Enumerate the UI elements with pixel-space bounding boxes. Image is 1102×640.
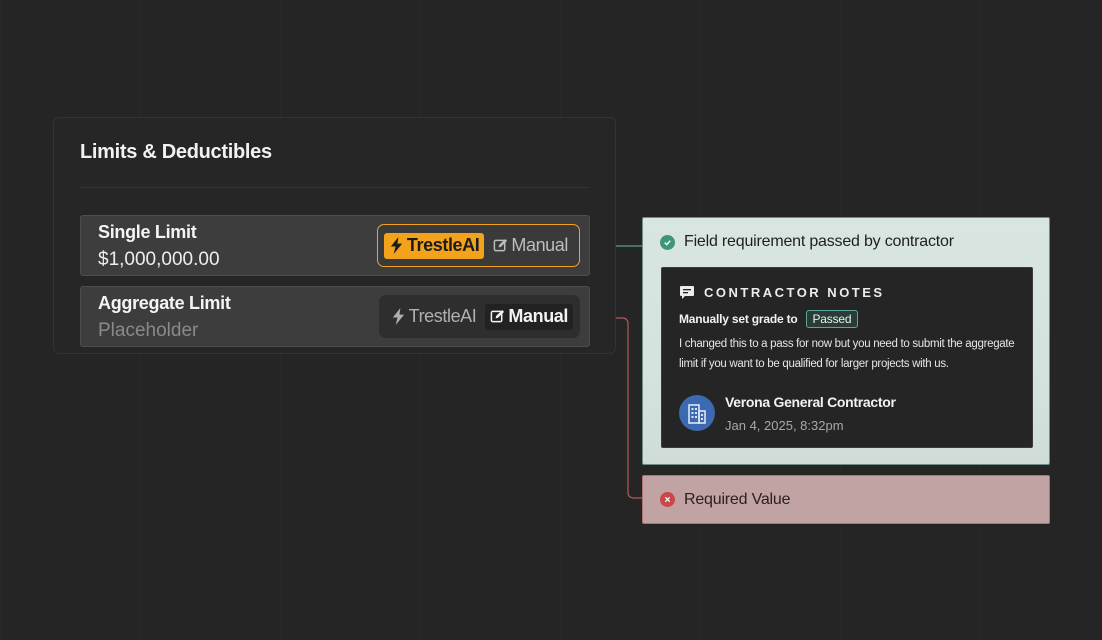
check-circle-icon xyxy=(660,234,675,250)
author-date: Jan 4, 2025, 8:32pm xyxy=(725,418,844,433)
option-label: Manual xyxy=(508,306,568,326)
building-icon xyxy=(688,404,706,424)
author-info: Verona General Contractor Jan 4, 2025, 8… xyxy=(725,392,896,433)
x-circle-icon xyxy=(660,492,675,507)
notes-title: CONTRACTOR NOTES xyxy=(679,285,885,300)
single-limit-row[interactable]: Single Limit $1,000,000.00 TrestleAI Man… xyxy=(80,215,590,276)
note-text: I changed this to a pass for now but you… xyxy=(679,338,1015,370)
edit-icon xyxy=(494,238,508,252)
grade-line: Manually set grade to Passed xyxy=(679,310,859,328)
aggregate-limit-input[interactable]: Placeholder xyxy=(98,320,198,342)
required-value-card: Required Value xyxy=(642,475,1050,524)
option-label: TrestleAI xyxy=(408,306,477,326)
pass-headline-text: Field requirement passed by contractor xyxy=(684,233,954,250)
bolt-icon xyxy=(392,308,404,325)
single-limit-manual-option[interactable]: Manual xyxy=(488,233,573,259)
single-limit-label: Single Limit xyxy=(98,222,197,242)
single-limit-value[interactable]: $1,000,000.00 xyxy=(98,249,220,271)
edit-icon xyxy=(491,309,505,323)
status-badge: Passed xyxy=(805,310,859,328)
aggregate-limit-source-toggle: TrestleAI Manual xyxy=(378,295,580,338)
panel-divider xyxy=(80,187,589,188)
single-limit-trestleai-option[interactable]: TrestleAI xyxy=(383,232,485,259)
notes-title-text: CONTRACTOR NOTES xyxy=(704,285,885,300)
aggregate-limit-label: Aggregate Limit xyxy=(98,293,231,313)
single-limit-source-toggle: TrestleAI Manual xyxy=(376,224,580,267)
contractor-notes: CONTRACTOR NOTES Manually set grade to P… xyxy=(661,267,1033,448)
option-label: Manual xyxy=(511,235,568,255)
pass-headline: Field requirement passed by contractor xyxy=(660,233,954,251)
avatar xyxy=(679,395,715,431)
note-author: Verona General Contractor Jan 4, 2025, 8… xyxy=(679,392,896,433)
grade-prefix: Manually set grade to xyxy=(679,312,798,326)
required-value-text: Required Value xyxy=(684,490,791,508)
requirement-passed-card: Field requirement passed by contractor C… xyxy=(642,217,1050,465)
aggregate-limit-manual-option[interactable]: Manual xyxy=(485,303,573,330)
bolt-icon xyxy=(390,237,403,254)
option-label: TrestleAI xyxy=(406,235,480,255)
author-name: Verona General Contractor xyxy=(725,394,896,410)
aggregate-limit-trestleai-option[interactable]: TrestleAI xyxy=(386,304,482,330)
limits-panel: Limits & Deductibles Single Limit $1,000… xyxy=(53,117,616,354)
chat-bubble-icon xyxy=(680,286,694,299)
panel-title: Limits & Deductibles xyxy=(80,141,272,163)
aggregate-limit-row[interactable]: Aggregate Limit Placeholder TrestleAI Ma… xyxy=(80,286,590,347)
